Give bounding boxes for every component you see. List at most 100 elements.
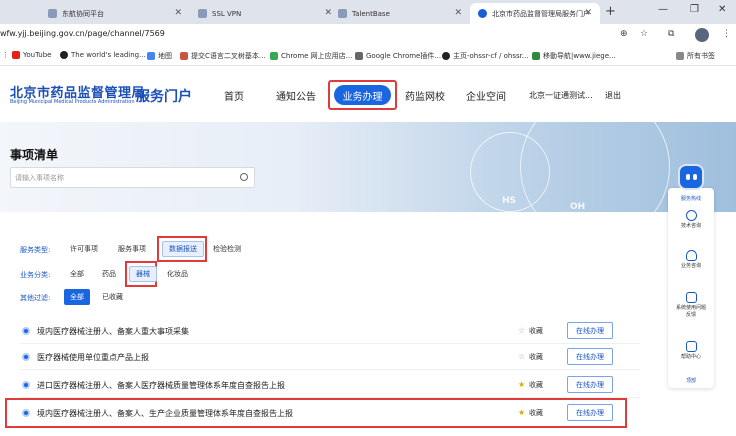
search-input[interactable] <box>15 171 235 185</box>
item-title[interactable]: 进口医疗器械注册人、备案人医疗器械质量管理体系年度自查报告上报 <box>37 380 285 391</box>
logo-subtitle: Beijing Municipal Medical Products Admin… <box>10 99 135 105</box>
robot-eye <box>686 174 690 180</box>
category-devices[interactable]: 器械 <box>129 266 157 282</box>
browser-tab-active[interactable]: 北京市药品监督管理局服务门户 ✕ <box>470 3 600 24</box>
list-item: 境内医疗器械注册人、备案人、生产企业质量管理体系年度自查报告上报 ★ 收藏 在线… <box>0 400 640 426</box>
item-bullet-icon <box>22 327 30 335</box>
nav-enterprise[interactable]: 企业空间 <box>466 88 506 103</box>
site-header: 北京市药品监督管理局 Beijing Municipal Medical Pro… <box>0 66 736 122</box>
online-apply-button[interactable]: 在线办理 <box>567 348 613 365</box>
zoom-icon[interactable]: ⊕ <box>620 29 628 39</box>
service-type-inspection[interactable]: 检验检测 <box>207 241 247 257</box>
side-tech-support[interactable]: 技术咨询 <box>668 210 714 230</box>
maximize-icon[interactable]: ❐ <box>690 4 699 15</box>
chrome-store-icon <box>270 52 278 60</box>
online-apply-button[interactable]: 在线办理 <box>567 404 613 421</box>
youtube-icon <box>12 51 20 59</box>
tab-close-icon[interactable]: ✕ <box>174 8 182 18</box>
bookmark-favicon-icon <box>180 52 188 60</box>
service-type-service[interactable]: 服务事项 <box>112 241 152 257</box>
side-feedback[interactable]: 系统使用问题反馈 <box>668 292 714 319</box>
bookmark-c-language[interactable]: 提交C语言二叉树基本... <box>180 51 266 61</box>
item-title[interactable]: 境内医疗器械注册人、备案人重大事项采集 <box>37 326 189 337</box>
extensions-icon[interactable]: ⧉ <box>668 29 674 39</box>
service-type-license[interactable]: 许可事项 <box>64 241 104 257</box>
category-cosmetics[interactable]: 化妆品 <box>161 266 194 282</box>
side-help-center[interactable]: 帮助中心 <box>668 341 714 361</box>
bookmark-youtube[interactable]: YouTube <box>12 51 51 59</box>
nav-home[interactable]: 首页 <box>224 88 244 103</box>
close-window-icon[interactable]: ✕ <box>718 4 726 15</box>
online-apply-button[interactable]: 在线办理 <box>567 376 613 393</box>
browser-tab-3[interactable]: TalentBase ✕ <box>330 3 470 24</box>
nav-business[interactable]: 业务办理 <box>334 85 391 105</box>
bookmark-maps[interactable]: 地图 <box>147 51 172 61</box>
online-apply-button[interactable]: 在线办理 <box>567 322 613 339</box>
page-title: 事项清单 <box>10 148 59 162</box>
side-business-support[interactable]: 业务咨询 <box>668 250 714 270</box>
star-filled-icon[interactable]: ★ <box>518 380 525 389</box>
favorite-label[interactable]: 收藏 <box>529 352 543 362</box>
list-item: 进口医疗器械注册人、备案人医疗器械质量管理体系年度自查报告上报 ★ 收藏 在线办… <box>0 372 640 398</box>
favorite-label[interactable]: 收藏 <box>529 326 543 336</box>
star-outline-icon[interactable]: ☆ <box>518 352 525 361</box>
other-filter-all[interactable]: 全部 <box>64 289 90 305</box>
bookmark-ohssr[interactable]: 主页-ohssr-cf / ohssr... <box>442 51 529 61</box>
minimize-icon[interactable]: — <box>658 4 668 15</box>
url-text[interactable]: wfw.yjj.beijing.gov.cn/page/channel/7569 <box>0 29 165 38</box>
new-tab-button[interactable]: + <box>605 4 616 19</box>
address-bar[interactable]: wfw.yjj.beijing.gov.cn/page/channel/7569… <box>0 24 736 46</box>
bookmarks-bar: ⋮⋮ YouTube The world's leading... 地图 提交C… <box>0 46 736 66</box>
tab-label: 东航协同平台 <box>62 9 104 18</box>
hotline-label[interactable]: 服务热线 <box>668 195 714 202</box>
item-divider <box>20 369 640 370</box>
bookmark-star-icon[interactable]: ☆ <box>640 29 648 39</box>
banner-deco-text: OH <box>570 202 586 212</box>
assistant-robot-icon[interactable] <box>678 164 704 190</box>
item-title[interactable]: 医疗器械使用单位重点产品上报 <box>37 352 149 363</box>
tab-label: TalentBase <box>352 9 390 18</box>
user-name[interactable]: 北京一证通测试... <box>529 90 593 101</box>
favorite-label[interactable]: 收藏 <box>529 380 543 390</box>
profile-avatar[interactable] <box>695 28 709 42</box>
tab-favicon-icon <box>48 9 57 18</box>
all-bookmarks[interactable]: 所有书签 <box>676 51 715 61</box>
category-all[interactable]: 全部 <box>64 266 90 282</box>
category-drugs[interactable]: 药品 <box>96 266 122 282</box>
bookmark-chrome-store[interactable]: Chrome 网上应用店... <box>270 51 352 61</box>
browser-tab-2[interactable]: SSL VPN ✕ <box>190 3 340 24</box>
search-box[interactable] <box>10 167 255 188</box>
list-item: 医疗器械使用单位重点产品上报 ☆ 收藏 在线办理 <box>0 344 640 370</box>
item-bullet-icon <box>22 381 30 389</box>
star-filled-icon[interactable]: ★ <box>518 408 525 417</box>
folder-icon <box>676 52 684 60</box>
search-icon[interactable] <box>240 173 248 181</box>
tab-close-icon[interactable]: ✕ <box>454 8 462 18</box>
item-bullet-icon <box>22 409 30 417</box>
nav-school[interactable]: 药监网校 <box>405 88 445 103</box>
google-icon <box>147 52 155 60</box>
bookmark-chrome-plugin[interactable]: Google Chrome插件... <box>355 51 441 61</box>
item-title[interactable]: 境内医疗器械注册人、备案人、生产企业质量管理体系年度自查报告上报 <box>37 408 293 419</box>
tab-label: 北京市药品监督管理局服务门户 <box>492 9 590 18</box>
bookmark-jiege[interactable]: 移動导航|www.jiege... <box>532 51 616 61</box>
browser-tab-1[interactable]: 东航协同平台 ✕ <box>40 3 190 24</box>
bookmark-github[interactable]: The world's leading... <box>60 51 146 59</box>
back-to-top[interactable]: 顶部 <box>668 377 714 384</box>
tab-close-icon[interactable]: ✕ <box>584 8 592 18</box>
banner: HS OH 事项清单 <box>0 122 736 212</box>
user-icon <box>685 250 697 261</box>
nav-notices[interactable]: 通知公告 <box>276 88 316 103</box>
favorite-label[interactable]: 收藏 <box>529 408 543 418</box>
browser-tab-bar: 东航协同平台 ✕ SSL VPN ✕ TalentBase ✕ 北京市药品监督管… <box>0 0 736 24</box>
help-widget: 服务热线 技术咨询 业务咨询 系统使用问题反馈 帮助中心 顶部 <box>668 188 714 388</box>
tab-favicon-icon <box>338 9 347 18</box>
tab-favicon-icon <box>478 9 487 18</box>
bookmark-favicon-icon <box>355 52 363 60</box>
banner-deco-text: HS <box>502 196 517 206</box>
star-outline-icon[interactable]: ☆ <box>518 326 525 335</box>
service-type-data-report[interactable]: 数据报送 <box>162 241 204 257</box>
logout-link[interactable]: 退出 <box>605 90 621 101</box>
menu-icon[interactable]: ⋮ <box>722 29 731 39</box>
other-filter-favorited[interactable]: 已收藏 <box>96 289 129 305</box>
